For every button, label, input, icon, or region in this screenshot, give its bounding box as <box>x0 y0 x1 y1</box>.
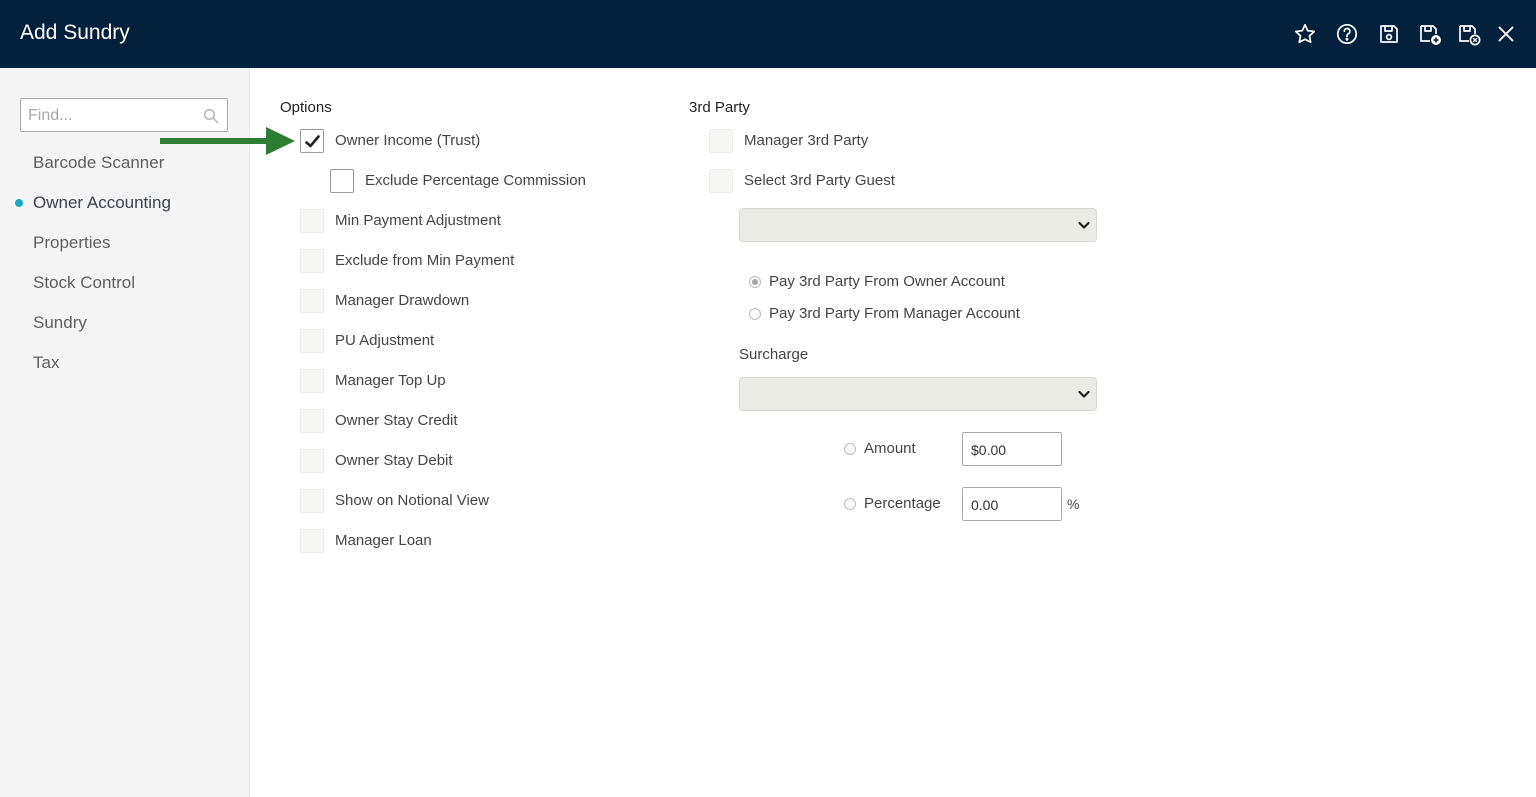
sidebar: Barcode Scanner Owner Accounting Propert… <box>0 68 250 797</box>
star-icon[interactable] <box>1293 22 1317 46</box>
close-icon[interactable] <box>1494 22 1518 46</box>
exclude-from-min-payment-label: Exclude from Min Payment <box>335 252 515 269</box>
active-indicator-dot <box>15 199 23 207</box>
help-icon[interactable] <box>1335 22 1359 46</box>
pu-adjustment-checkbox[interactable] <box>300 329 324 353</box>
owner-stay-credit-checkbox[interactable] <box>300 409 324 433</box>
owner-stay-debit-label: Owner Stay Debit <box>335 452 453 469</box>
pay-from-owner-label: Pay 3rd Party From Owner Account <box>769 273 1005 290</box>
save-and-close-icon[interactable] <box>1457 22 1481 46</box>
percentage-label: Percentage <box>864 495 941 512</box>
surcharge-select[interactable] <box>739 377 1097 411</box>
manager-top-up-checkbox[interactable] <box>300 369 324 393</box>
manager-drawdown-checkbox[interactable] <box>300 289 324 313</box>
green-arrow-annotation <box>160 127 295 155</box>
surcharge-label: Surcharge <box>739 346 809 363</box>
owner-income-trust-checkbox[interactable] <box>300 129 324 153</box>
search-icon <box>203 108 219 124</box>
pay-from-owner-radio[interactable] <box>749 276 761 288</box>
third-party-heading: 3rd Party <box>689 99 750 116</box>
sidebar-item-owner-accounting[interactable]: Owner Accounting <box>33 192 171 214</box>
checkmark-icon <box>305 135 320 148</box>
manager-3rd-party-label: Manager 3rd Party <box>744 132 869 149</box>
manager-drawdown-label: Manager Drawdown <box>335 292 470 309</box>
chevron-down-icon <box>1078 221 1090 229</box>
pu-adjustment-label: PU Adjustment <box>335 332 435 349</box>
amount-radio[interactable] <box>844 443 856 455</box>
select-3rd-party-guest-label: Select 3rd Party Guest <box>744 172 895 189</box>
sidebar-item-stock-control[interactable]: Stock Control <box>33 272 135 294</box>
pay-from-manager-label: Pay 3rd Party From Manager Account <box>769 305 1020 322</box>
title-bar: Add Sundry <box>0 0 1536 68</box>
show-on-notional-view-label: Show on Notional View <box>335 492 489 509</box>
manager-top-up-label: Manager Top Up <box>335 372 446 389</box>
sidebar-item-properties[interactable]: Properties <box>33 232 110 254</box>
min-payment-adjustment-checkbox[interactable] <box>300 209 324 233</box>
save-and-new-icon[interactable] <box>1418 22 1442 46</box>
select-3rd-party-guest-checkbox[interactable] <box>709 169 733 193</box>
window-title: Add Sundry <box>20 21 130 44</box>
percentage-input[interactable] <box>962 487 1062 521</box>
min-payment-adjustment-label: Min Payment Adjustment <box>335 212 501 229</box>
third-party-guest-select[interactable] <box>739 208 1097 242</box>
options-heading: Options <box>280 99 332 116</box>
exclude-from-min-payment-checkbox[interactable] <box>300 249 324 273</box>
owner-stay-debit-checkbox[interactable] <box>300 449 324 473</box>
amount-label: Amount <box>864 440 916 457</box>
owner-stay-credit-label: Owner Stay Credit <box>335 412 458 429</box>
sidebar-item-barcode-scanner[interactable]: Barcode Scanner <box>33 152 164 174</box>
sidebar-item-sundry[interactable]: Sundry <box>33 312 87 334</box>
exclude-percentage-commission-label: Exclude Percentage Commission <box>365 172 586 189</box>
manager-3rd-party-checkbox[interactable] <box>709 129 733 153</box>
exclude-percentage-commission-checkbox[interactable] <box>330 169 354 193</box>
chevron-down-icon <box>1078 390 1090 398</box>
show-on-notional-view-checkbox[interactable] <box>300 489 324 513</box>
save-icon[interactable] <box>1377 22 1401 46</box>
manager-loan-checkbox[interactable] <box>300 529 324 553</box>
percent-symbol: % <box>1067 496 1080 512</box>
amount-input[interactable] <box>962 432 1062 466</box>
manager-loan-label: Manager Loan <box>335 532 432 549</box>
sidebar-item-tax[interactable]: Tax <box>33 352 59 374</box>
percentage-radio[interactable] <box>844 498 856 510</box>
pay-from-manager-radio[interactable] <box>749 308 761 320</box>
owner-income-trust-label: Owner Income (Trust) <box>335 132 481 149</box>
